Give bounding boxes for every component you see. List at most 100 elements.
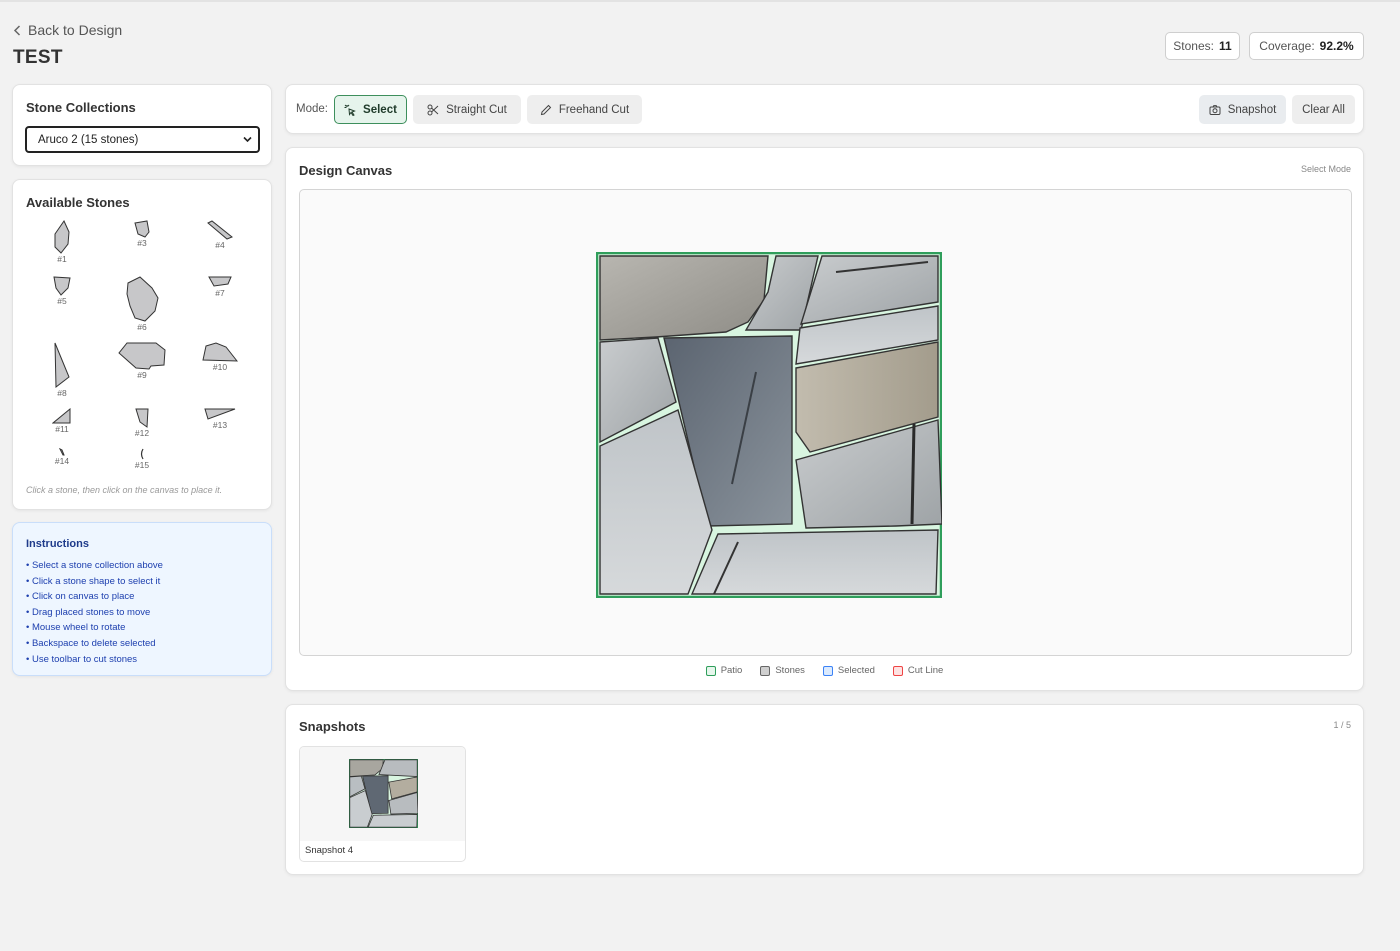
instruction-item: Select a stone collection above (26, 558, 163, 574)
stone-item-label: #6 (137, 322, 147, 332)
collection-select-value: Aruco 2 (15 stones) (38, 133, 139, 146)
legend-item-cut-line: Cut Line (892, 665, 944, 676)
mode-label: Mode: (296, 103, 328, 115)
snapshot-label: Snapshot 4 (305, 845, 354, 856)
coverage-label: Coverage: (1259, 39, 1315, 53)
pencil-icon (540, 104, 552, 115)
back-to-design-link[interactable]: Back to Design (13, 22, 122, 38)
stones-count-label: Stones: (1173, 39, 1214, 53)
stone-shape-14-icon (58, 448, 65, 456)
back-link-label: Back to Design (28, 22, 123, 38)
stone-item-label: #14 (54, 456, 70, 466)
legend-swatch (705, 665, 716, 676)
stones-count-badge: Stones: 11 (1165, 32, 1240, 60)
stone-item-label: #8 (57, 388, 67, 398)
stone-item-label: #10 (212, 362, 228, 372)
stones-hint: Click a stone, then click on the canvas … (26, 485, 223, 495)
coverage-value: 92.2% (1319, 39, 1354, 53)
legend-item-patio: Patio (705, 665, 743, 676)
design-canvas[interactable] (299, 189, 1352, 656)
stone-item-11[interactable]: #11 (50, 408, 74, 434)
stone-item-8[interactable]: #8 (50, 342, 74, 398)
legend-label: Patio (720, 665, 743, 676)
stone-item-label: #13 (212, 420, 228, 430)
stone-shape-1-icon (54, 220, 70, 254)
stone-item-13[interactable]: #13 (203, 408, 237, 430)
stone-item-15[interactable]: #15 (130, 448, 154, 470)
snapshot-label: Snapshot (1227, 103, 1277, 116)
canvas-legend: Patio Stones Selected Cut Line (286, 665, 1363, 676)
stone-item-10[interactable]: #10 (201, 342, 239, 372)
freehand-cut-label: Freehand Cut (558, 103, 630, 116)
snapshot-item[interactable]: Snapshot 4 (299, 746, 466, 862)
page-title: TEST (13, 47, 63, 68)
stone-item-label: #9 (137, 370, 147, 380)
stone-item-label: #15 (134, 460, 150, 470)
stone-item-label: #1 (57, 254, 67, 264)
camera-icon (1209, 104, 1221, 115)
stone-item-9[interactable]: #9 (116, 342, 168, 380)
legend-swatch (760, 665, 771, 676)
stone-shape-12-icon (135, 408, 149, 428)
instruction-item: Backspace to delete selected (26, 636, 163, 652)
stone-shape-15-icon (140, 448, 144, 460)
snapshot-button[interactable]: Snapshot (1199, 95, 1286, 124)
legend-label: Cut Line (907, 665, 944, 676)
legend-swatch (822, 665, 833, 676)
design-canvas-title: Design Canvas (299, 163, 393, 178)
mode-indicator: Select Mode (1300, 164, 1351, 174)
coverage-badge: Coverage: 92.2% (1249, 32, 1364, 60)
stone-item-label: #11 (55, 424, 69, 434)
straight-cut-button[interactable]: Straight Cut (413, 95, 521, 124)
select-mode-label: Select (363, 103, 397, 116)
instructions-panel: Instructions Select a stone collection a… (12, 522, 272, 676)
instruction-item: Mouse wheel to rotate (26, 620, 163, 636)
stone-item-6[interactable]: #6 (124, 276, 160, 332)
stone-item-7[interactable]: #7 (206, 276, 234, 298)
scissors-icon (427, 104, 439, 115)
stone-item-3[interactable]: #3 (130, 220, 154, 248)
stone-item-label: #3 (137, 238, 147, 248)
cursor-click-icon (344, 104, 356, 116)
chevron-down-icon (243, 136, 252, 143)
legend-swatch (892, 665, 903, 676)
instruction-item: Use toolbar to cut stones (26, 652, 163, 668)
clear-all-button[interactable]: Clear All (1292, 95, 1355, 124)
stone-shape-7-icon (208, 276, 232, 287)
snapshots-count: 1 / 5 (1333, 720, 1351, 730)
snapshots-panel: Snapshots 1 / 5 Snapshot 4 (285, 704, 1364, 875)
freehand-cut-button[interactable]: Freehand Cut (527, 95, 642, 124)
instruction-item: Drag placed stones to move (26, 605, 163, 621)
patio-layout[interactable] (596, 252, 942, 598)
legend-label: Selected (837, 665, 875, 676)
available-stones-panel: Available Stones #1 #3 #4 #5 #6 #7 #8 #9… (12, 179, 272, 510)
stone-shape-13-icon (204, 408, 236, 420)
stone-collections-title: Stone Collections (26, 100, 136, 115)
instructions-title: Instructions (26, 538, 89, 550)
clear-all-label: Clear All (1302, 103, 1345, 116)
stone-item-5[interactable]: #5 (50, 276, 74, 306)
snapshots-title: Snapshots (299, 719, 366, 734)
mode-toolbar: Mode: Select Straight Cut Freehand Cut S… (285, 84, 1364, 134)
stone-item-12[interactable]: #12 (130, 408, 154, 438)
straight-cut-label: Straight Cut (446, 103, 507, 116)
stone-shape-4-icon (207, 220, 233, 240)
stone-item-label: #7 (215, 288, 225, 298)
stones-count-value: 11 (1219, 39, 1232, 53)
stone-item-label: #4 (215, 240, 225, 250)
instructions-list: Select a stone collection above Click a … (26, 558, 163, 667)
stone-item-label: #12 (134, 428, 150, 438)
stone-item-1[interactable]: #1 (50, 220, 74, 264)
stone-collections-panel: Stone Collections Aruco 2 (15 stones) (12, 84, 272, 166)
stone-shape-6-icon (126, 276, 159, 322)
legend-item-selected: Selected (822, 665, 875, 676)
available-stones-title: Available Stones (26, 195, 130, 210)
stone-shape-11-icon (52, 408, 71, 424)
stone-shape-5-icon (53, 276, 71, 296)
select-mode-button[interactable]: Select (334, 95, 407, 124)
stone-item-14[interactable]: #14 (50, 448, 74, 466)
instruction-item: Click on canvas to place (26, 589, 163, 605)
collection-select[interactable]: Aruco 2 (15 stones) (25, 126, 260, 153)
stone-item-4[interactable]: #4 (206, 220, 234, 250)
legend-item-stones: Stones (760, 665, 805, 676)
